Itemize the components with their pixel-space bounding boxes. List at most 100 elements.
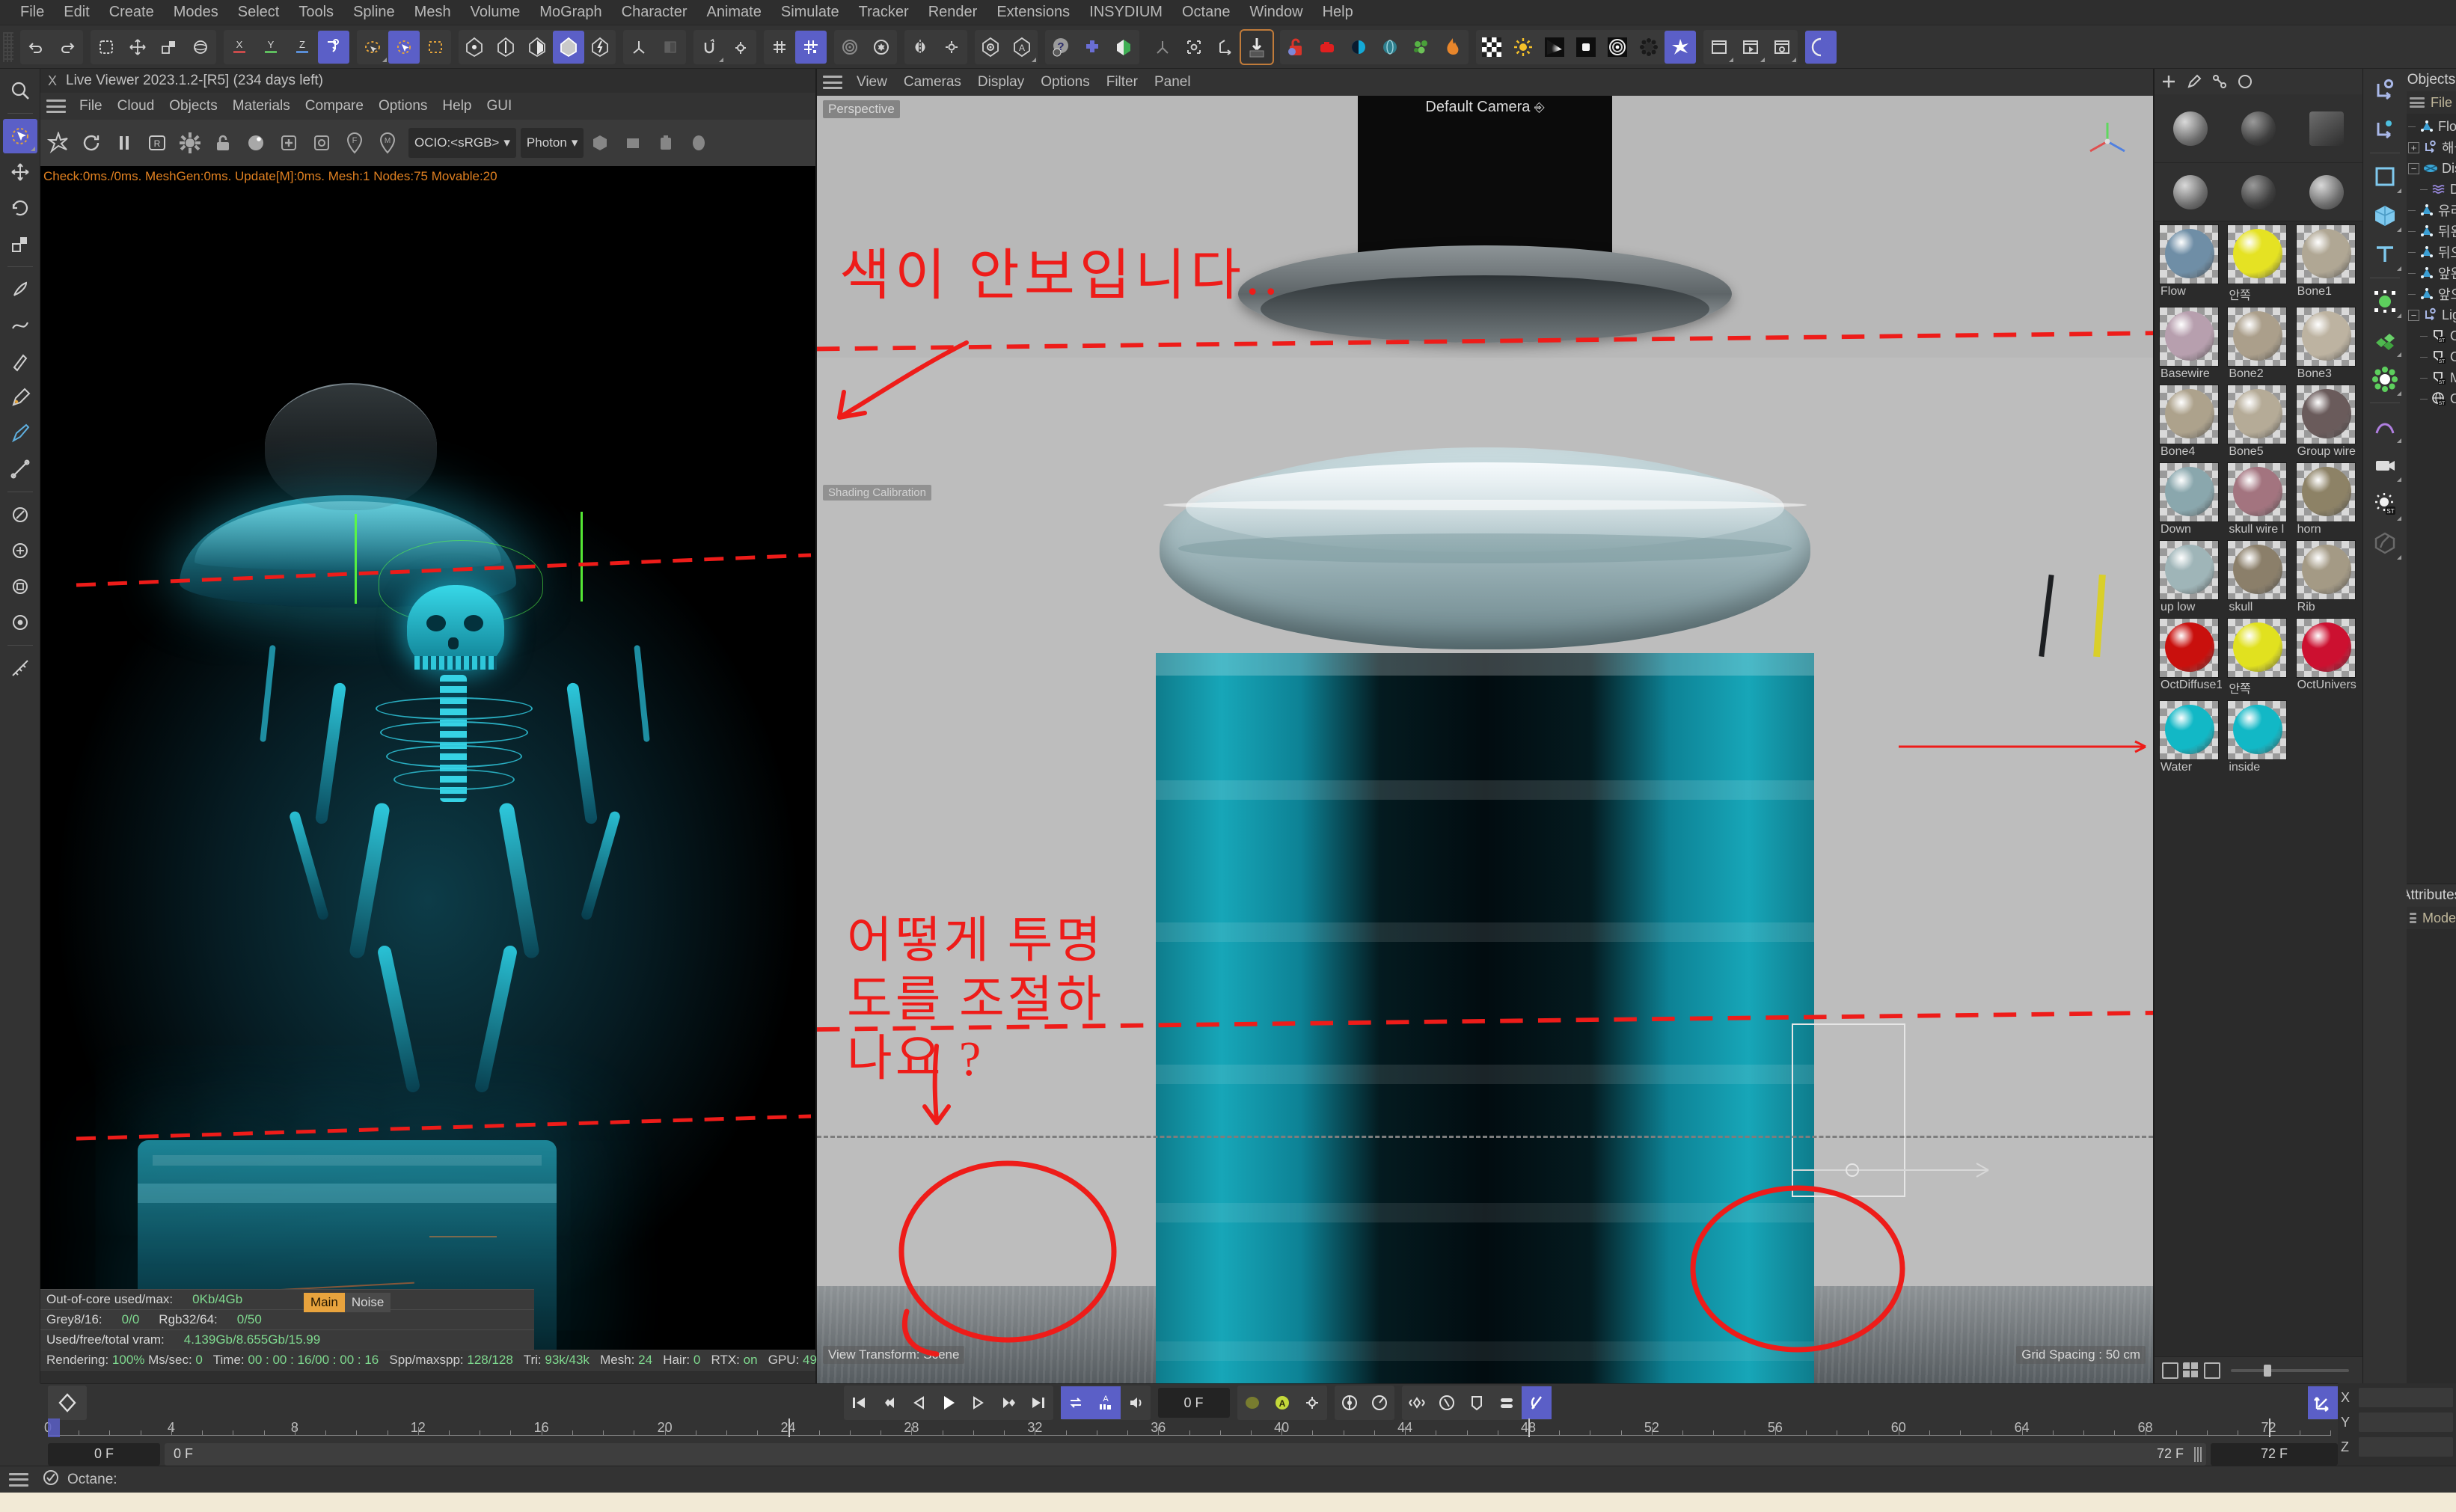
photon-dropdown[interactable]: Photon ▾ (520, 128, 584, 158)
live-selection-icon[interactable] (91, 31, 122, 64)
camera-shape-icon[interactable] (649, 123, 682, 162)
material-thumbnail[interactable] (2295, 224, 2356, 284)
live-viewer-menu-cloud[interactable]: Cloud (110, 96, 162, 117)
hex-shape-icon[interactable] (584, 123, 616, 162)
viewport-menu-panel[interactable]: Panel (1146, 72, 1199, 93)
menu-item-spline[interactable]: Spline (343, 1, 405, 23)
texture-mode-icon[interactable] (584, 31, 616, 64)
octane-fire-icon[interactable] (1437, 31, 1469, 64)
material-preview-2[interactable] (2241, 111, 2276, 146)
live-viewer-menu-file[interactable]: File (72, 96, 110, 117)
enable-axis-icon[interactable] (623, 31, 655, 64)
cube-primitive-icon[interactable] (2366, 197, 2404, 234)
material-thumbnail[interactable] (2159, 224, 2219, 284)
menu-item-mograph[interactable]: MoGraph (530, 1, 611, 23)
menu-item-help[interactable]: Help (1313, 1, 1363, 23)
material-preview-1[interactable] (2173, 111, 2208, 146)
viewport-menu-view[interactable]: View (848, 72, 895, 93)
add-material-plus-icon[interactable] (2158, 71, 2180, 92)
undo-icon[interactable] (20, 31, 52, 64)
square-shape-icon[interactable] (616, 123, 649, 162)
material-preview-toggle-icon[interactable] (2234, 71, 2256, 92)
material-thumbnail[interactable] (2159, 540, 2219, 600)
rotate-tool-left-icon[interactable] (3, 191, 37, 225)
material-thumbnail[interactable] (2227, 224, 2288, 284)
menu-item-insydium[interactable]: INSYDIUM (1080, 1, 1172, 23)
material-preview-4[interactable] (2173, 174, 2208, 209)
list-view-icon[interactable] (2162, 1362, 2178, 1379)
go-to-end-button[interactable] (1023, 1386, 1053, 1419)
material-cell[interactable]: Basewire (2159, 307, 2224, 383)
object-tree-row[interactable]: ST O (2407, 325, 2456, 346)
object-tree-row[interactable]: D (2407, 179, 2456, 200)
render-picture-viewer-icon[interactable]: A (1006, 31, 1038, 64)
magnify-icon[interactable] (3, 73, 37, 108)
material-cell[interactable]: 안쪽 (2227, 224, 2292, 305)
world-coordinate-icon[interactable] (318, 30, 349, 64)
octane-material-icon[interactable] (1805, 30, 1837, 64)
rotate-tool-icon[interactable] (185, 31, 216, 64)
edit-material-pencil-icon[interactable] (2183, 71, 2205, 92)
measure-tool-icon[interactable] (3, 651, 37, 685)
knife-tool-icon[interactable] (3, 498, 37, 532)
material-thumbnail[interactable] (2159, 700, 2219, 760)
objects-file-menu[interactable]: File (2431, 95, 2452, 111)
object-tree-row[interactable]: 앞오 (2407, 284, 2456, 304)
snap-magnet-icon[interactable] (693, 31, 725, 64)
select-free-icon[interactable] (357, 31, 388, 64)
object-tree-row[interactable]: ST M (2407, 367, 2456, 388)
scale-tool-icon[interactable] (153, 31, 185, 64)
attributes-tab[interactable]: Attributes (2407, 884, 2456, 907)
timeline-playhead[interactable] (48, 1418, 60, 1437)
object-tree-row[interactable]: + 해골 (2407, 137, 2456, 158)
deformer-icon[interactable] (2366, 408, 2404, 445)
help-question-icon[interactable]: ? (1045, 31, 1077, 64)
step-forward-button[interactable] (964, 1386, 993, 1419)
light-object-icon[interactable]: ST (2366, 486, 2404, 523)
move-tool-left-icon[interactable] (3, 155, 37, 189)
octane-live-render-icon[interactable] (1665, 30, 1696, 64)
material-cell[interactable]: horn (2295, 462, 2361, 539)
menu-item-character[interactable]: Character (612, 1, 697, 23)
timeline-marker-48[interactable] (1528, 1418, 1531, 1437)
material-thumbnail[interactable] (2295, 540, 2356, 600)
auto-keying-button[interactable]: A (1090, 1386, 1121, 1420)
node-graph-icon[interactable] (2208, 71, 2231, 92)
collapse-icon[interactable]: − (2408, 162, 2419, 174)
rings-icon[interactable] (834, 31, 866, 64)
material-cell[interactable]: Bone3 (2295, 307, 2361, 383)
timeline-marker-72[interactable] (2268, 1418, 2270, 1437)
live-viewer-menu-objects[interactable]: Objects (162, 96, 224, 117)
menu-item-select[interactable]: Select (228, 1, 290, 23)
go-to-start-button[interactable] (844, 1386, 874, 1419)
coord-field-x[interactable] (2359, 1388, 2453, 1407)
next-keyframe-button[interactable] (993, 1386, 1023, 1419)
light-settings-gear-icon[interactable] (1633, 31, 1665, 64)
param-key-button[interactable] (1492, 1386, 1522, 1419)
material-thumbnail[interactable] (2159, 385, 2219, 444)
toolbar-grip[interactable] (3, 31, 13, 62)
object-tree-row[interactable]: ST O (2407, 346, 2456, 367)
null-object-icon[interactable] (2366, 72, 2404, 109)
ocio-dropdown[interactable]: OCIO:<sRGB> ▾ (408, 128, 516, 158)
axis-x-lock-icon[interactable]: X (224, 31, 255, 64)
position-key-button[interactable] (1335, 1386, 1365, 1419)
object-tree-row[interactable]: − Light (2407, 304, 2456, 325)
viewport-menu-display[interactable]: Display (970, 72, 1032, 93)
object-tree-row[interactable]: − Disc (2407, 158, 2456, 179)
target-anchor-icon[interactable] (1178, 31, 1210, 64)
material-thumbnail[interactable] (2159, 307, 2219, 367)
object-tree[interactable]: Flow+해골−DiscD유리뒤왼뒤오앞왼앞오−LightSTOSTOSTMST… (2407, 114, 2456, 884)
focus-picker-icon[interactable]: F (338, 123, 371, 162)
target-light-icon[interactable] (1602, 31, 1633, 64)
sun-light-icon[interactable] (1507, 31, 1539, 64)
insydium-plugin-icon[interactable] (1077, 31, 1108, 64)
material-thumbnail[interactable] (2227, 462, 2288, 522)
material-cell[interactable]: inside (2227, 700, 2292, 777)
project-scale-button[interactable] (2308, 1386, 2338, 1420)
octane-scatter-icon[interactable] (1406, 31, 1437, 64)
autokey-circle-button[interactable]: A (1267, 1386, 1297, 1419)
disable-keys-button[interactable] (1521, 1386, 1552, 1420)
material-thumbnail[interactable] (2159, 618, 2219, 678)
scale-key-button[interactable] (1365, 1386, 1394, 1419)
